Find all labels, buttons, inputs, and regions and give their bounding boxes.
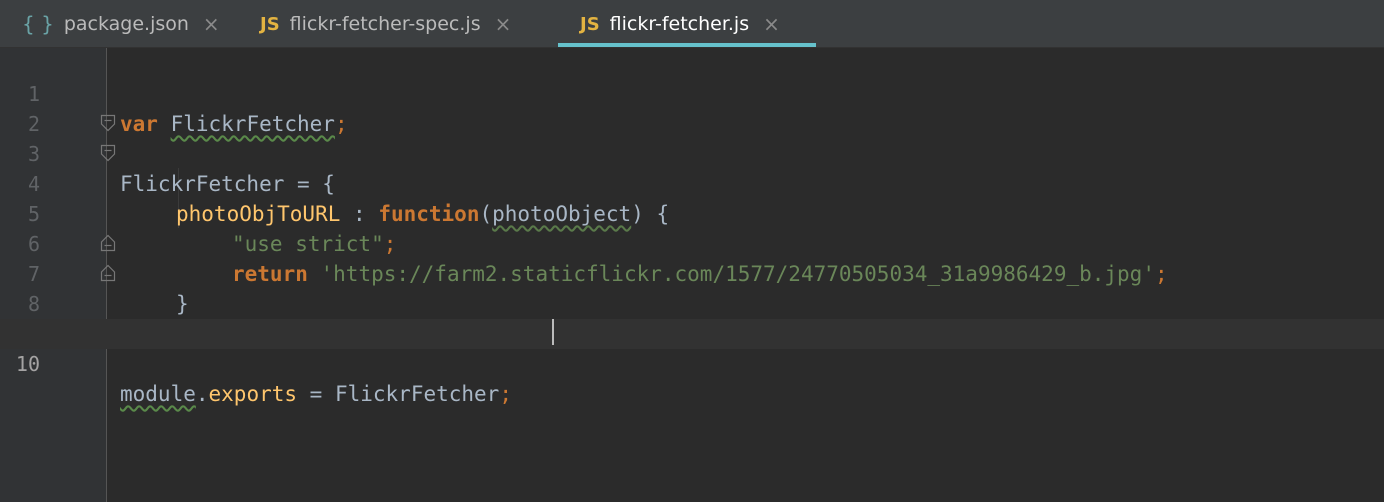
- code-line-4[interactable]: 4 photoObjToURL : function(photoObject) …: [0, 139, 1384, 226]
- code-text[interactable]: module.exports = FlickrFetcher;: [120, 379, 512, 409]
- dot: .: [195, 382, 209, 406]
- code-line-2[interactable]: 2: [0, 79, 1384, 136]
- editor-tab-bar: { } package.json × JS flickr-fetcher-spe…: [0, 0, 1384, 48]
- code-line-9[interactable]: 9: [0, 289, 1384, 346]
- tab-label: flickr-fetcher-spec.js: [289, 13, 481, 35]
- fold-end-icon[interactable]: [100, 264, 116, 282]
- fold-start-icon[interactable]: [100, 144, 116, 162]
- text-caret: [552, 319, 554, 345]
- identifier: module: [120, 382, 196, 406]
- close-icon[interactable]: ×: [763, 12, 780, 36]
- json-file-icon: { }: [22, 12, 54, 36]
- fold-start-icon[interactable]: [100, 114, 116, 132]
- code-line-1[interactable]: 1 var FlickrFetcher;: [0, 49, 1384, 136]
- close-icon[interactable]: ×: [203, 12, 220, 36]
- close-icon[interactable]: ×: [495, 12, 512, 36]
- js-file-icon: JS: [580, 13, 600, 35]
- fold-end-icon[interactable]: [100, 234, 116, 252]
- js-file-icon: JS: [260, 13, 280, 35]
- active-tab-indicator: [558, 43, 816, 47]
- code-line-3[interactable]: 3 FlickrFetcher = {: [0, 109, 1384, 196]
- code-line-10[interactable]: 10 module.exports = FlickrFetcher;: [0, 319, 1384, 406]
- assignment: = FlickrFetcher: [297, 382, 500, 406]
- code-editor[interactable]: 1 var FlickrFetcher; 2 3 FlickrFetcher =…: [0, 48, 1384, 502]
- tab-label: package.json: [63, 13, 189, 35]
- line-number: 10: [15, 352, 40, 376]
- property-name: exports: [208, 382, 298, 406]
- tab-package-json[interactable]: { } package.json ×: [12, 0, 230, 48]
- code-line-5[interactable]: 5 "use strict";: [0, 169, 1384, 256]
- tab-flickr-fetcher-js[interactable]: JS flickr-fetcher.js ×: [570, 0, 790, 48]
- code-line-7[interactable]: 7 }: [0, 229, 1384, 316]
- tab-label: flickr-fetcher.js: [609, 13, 750, 35]
- semicolon: ;: [499, 382, 512, 406]
- code-line-8[interactable]: 8 };: [0, 259, 1384, 346]
- code-line-6[interactable]: 6 return 'https://farm2.staticflickr.com…: [0, 199, 1384, 286]
- tab-flickr-fetcher-spec-js[interactable]: JS flickr-fetcher-spec.js ×: [250, 0, 521, 48]
